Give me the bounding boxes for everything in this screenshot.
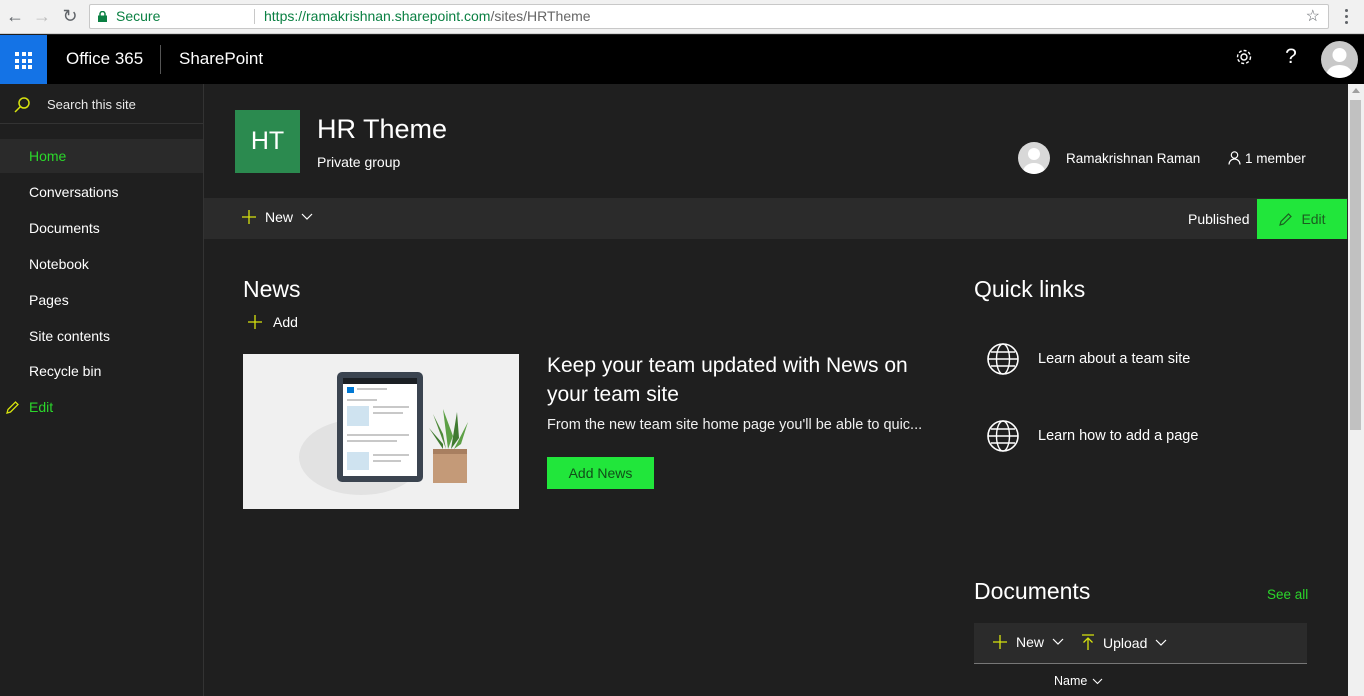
documents-upload-button[interactable]: Upload — [1081, 634, 1167, 651]
search-icon — [14, 97, 30, 113]
site-title[interactable]: HR Theme — [317, 114, 447, 145]
address-bar[interactable]: Secure https://ramakrishnan.sharepoint.c… — [89, 4, 1329, 29]
owner-name[interactable]: Ramakrishnan Raman — [1066, 151, 1200, 166]
search-placeholder: Search this site — [47, 97, 136, 112]
pencil-icon — [6, 401, 19, 414]
nav-item-notebook[interactable]: Notebook — [0, 247, 203, 281]
chevron-down-icon — [1092, 678, 1103, 684]
documents-upload-label: Upload — [1103, 634, 1148, 651]
nav-edit-link[interactable]: Edit — [0, 390, 203, 424]
site-subtitle: Private group — [317, 154, 401, 170]
nav-item-recycle-bin[interactable]: Recycle bin — [0, 354, 203, 388]
name-column-header[interactable]: Name — [1054, 674, 1103, 688]
app-launcher-icon[interactable] — [0, 35, 47, 84]
members-count[interactable]: 1 member — [1228, 151, 1306, 166]
page-scrollbar[interactable] — [1348, 84, 1364, 696]
quicklink-label: Learn how to add a page — [1038, 428, 1199, 444]
documents-command-bar: New Upload — [974, 623, 1307, 664]
address-divider — [254, 9, 255, 24]
main-content: HT HR Theme Private group Ramakrishnan R… — [204, 84, 1348, 696]
add-news-link[interactable]: Add — [247, 314, 298, 330]
publish-status: Published — [1188, 211, 1250, 227]
plus-icon — [248, 315, 262, 329]
nav-item-documents[interactable]: Documents — [0, 211, 203, 245]
nav-item-pages[interactable]: Pages — [0, 283, 203, 317]
nav-item-home[interactable]: Home — [0, 139, 203, 173]
members-label: 1 member — [1245, 151, 1306, 166]
new-button[interactable]: New — [241, 209, 313, 225]
plus-icon — [993, 635, 1007, 649]
globe-icon — [987, 420, 1019, 452]
help-icon[interactable]: ? — [1279, 45, 1303, 69]
lock-icon — [98, 11, 107, 22]
url-text: https://ramakrishnan.sharepoint.com/site… — [264, 5, 591, 28]
user-avatar[interactable] — [1321, 41, 1358, 78]
see-all-link[interactable]: See all — [1267, 587, 1308, 602]
reload-icon[interactable]: ↻ — [60, 6, 80, 26]
back-icon[interactable]: ← — [5, 6, 25, 26]
news-headline[interactable]: Keep your team updated with News on your… — [547, 351, 947, 409]
quicklink-item[interactable]: Learn how to add a page — [986, 419, 1198, 453]
add-label: Add — [273, 314, 298, 330]
quicklink-item[interactable]: Learn about a team site — [986, 342, 1190, 376]
name-column-label: Name — [1054, 674, 1088, 688]
bookmark-star-icon[interactable]: ☆ — [1306, 5, 1320, 28]
gear-icon[interactable] — [1232, 47, 1256, 73]
news-heading[interactable]: News — [243, 276, 301, 303]
edit-page-button[interactable]: Edit — [1257, 199, 1347, 239]
quicklinks-heading: Quick links — [974, 276, 1086, 302]
brand-divider — [160, 45, 161, 74]
chevron-down-icon — [1052, 638, 1064, 645]
suite-bar: Office 365 SharePoint ? — [0, 35, 1364, 84]
person-icon — [1228, 151, 1241, 165]
news-description: From the new team site home page you'll … — [547, 417, 923, 433]
nav-edit-label: Edit — [29, 399, 54, 415]
browser-toolbar: ← → ↻ Secure https://ramakrishnan.sharep… — [0, 0, 1364, 34]
pencil-icon — [1279, 212, 1293, 226]
secure-label: Secure — [116, 8, 161, 24]
office365-brand[interactable]: Office 365 — [66, 49, 143, 69]
nav-item-site-contents[interactable]: Site contents — [0, 319, 203, 353]
plus-icon — [242, 210, 256, 224]
chevron-down-icon — [301, 213, 313, 220]
browser-menu-icon[interactable] — [1338, 6, 1354, 26]
quicklink-label: Learn about a team site — [1038, 351, 1191, 367]
news-illustration — [243, 354, 519, 509]
site-logo[interactable]: HT — [235, 110, 300, 173]
command-bar: New Published Edit — [204, 198, 1348, 239]
chevron-down-icon — [1155, 639, 1167, 646]
upload-icon — [1082, 634, 1094, 650]
forward-icon[interactable]: → — [32, 6, 52, 26]
site-search-box[interactable]: Search this site — [0, 84, 203, 124]
left-navigation: Search this site Home Conversations Docu… — [0, 84, 204, 696]
documents-new-label: New — [1016, 634, 1045, 650]
nav-item-conversations[interactable]: Conversations — [0, 175, 203, 209]
owner-avatar[interactable] — [1018, 142, 1050, 174]
scroll-up-arrow-icon[interactable] — [1352, 88, 1360, 93]
url-host: https://ramakrishnan.sharepoint.com — [264, 8, 491, 24]
add-news-button[interactable]: Add News — [547, 457, 654, 489]
documents-heading[interactable]: Documents — [974, 578, 1090, 605]
new-label: New — [265, 209, 294, 225]
edit-page-label: Edit — [1301, 211, 1326, 227]
globe-icon — [987, 343, 1019, 375]
sharepoint-app-title[interactable]: SharePoint — [179, 49, 263, 69]
url-path: /sites/HRTheme — [490, 8, 591, 24]
documents-new-button[interactable]: New — [992, 634, 1064, 650]
scrollbar-thumb[interactable] — [1350, 100, 1361, 430]
